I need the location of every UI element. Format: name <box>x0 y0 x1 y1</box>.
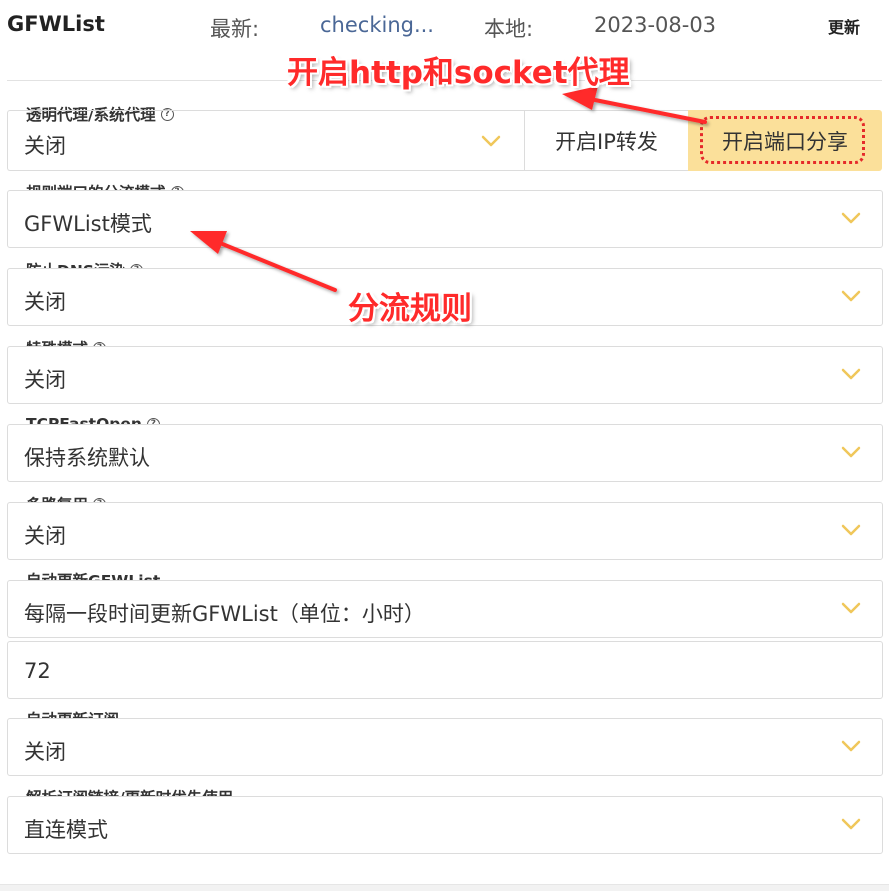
proxy-mode-group: 关闭 开启IP转发 开启端口分享 <box>7 110 882 171</box>
split-mode-value: GFWList模式 <box>24 212 152 236</box>
special-mode-select[interactable]: 关闭 <box>7 346 883 404</box>
subscription-resolve-value: 直连模式 <box>24 818 108 842</box>
auto-update-gfwlist-select[interactable]: 每隔一段时间更新GFWList（单位：小时） <box>7 580 883 638</box>
multiplex-select[interactable]: 关闭 <box>7 502 883 560</box>
update-interval-value: 72 <box>24 659 51 683</box>
ip-forward-button[interactable]: 开启IP转发 <box>524 110 689 171</box>
annotation-port-share-note: 开启http和socket代理 <box>287 55 630 91</box>
tcp-fast-open-select[interactable]: 保持系统默认 <box>7 424 883 482</box>
subscription-resolve-select[interactable]: 直连模式 <box>7 796 883 854</box>
chevron-down-icon <box>841 446 861 458</box>
chevron-down-icon <box>841 602 861 614</box>
multiplex-value: 关闭 <box>24 524 66 548</box>
chevron-down-icon <box>841 368 861 380</box>
chevron-down-icon <box>841 212 861 224</box>
proxy-mode-value: 关闭 <box>24 134 66 158</box>
proxy-mode-select[interactable]: 关闭 <box>7 110 524 171</box>
auto-update-gfwlist-value: 每隔一段时间更新GFWList（单位：小时） <box>24 602 425 626</box>
chevron-down-icon <box>841 740 861 752</box>
annotation-split-rule-note: 分流规则 <box>348 291 472 327</box>
chevron-down-icon <box>841 290 861 302</box>
latest-label: 最新: <box>210 17 260 41</box>
auto-update-subscription-select[interactable]: 关闭 <box>7 718 883 776</box>
latest-version: checking... <box>320 13 434 37</box>
dns-pollution-value: 关闭 <box>24 290 66 314</box>
auto-update-subscription-value: 关闭 <box>24 740 66 764</box>
update-button[interactable]: 更新 <box>828 14 860 38</box>
split-mode-select[interactable]: GFWList模式 <box>7 190 883 248</box>
header: GFWList 最新: checking... 本地: 2023-08-03 更… <box>0 0 889 50</box>
tcp-fast-open-value: 保持系统默认 <box>24 446 150 470</box>
port-share-button[interactable]: 开启端口分享 <box>688 110 882 171</box>
special-mode-value: 关闭 <box>24 368 66 392</box>
chevron-down-icon <box>841 818 861 830</box>
local-version: 2023-08-03 <box>594 13 717 37</box>
update-interval-input[interactable]: 72 <box>7 641 883 699</box>
chevron-down-icon <box>481 135 501 147</box>
chevron-down-icon <box>841 524 861 536</box>
local-label: 本地: <box>484 17 534 41</box>
gfwlist-title: GFWList <box>7 12 105 36</box>
